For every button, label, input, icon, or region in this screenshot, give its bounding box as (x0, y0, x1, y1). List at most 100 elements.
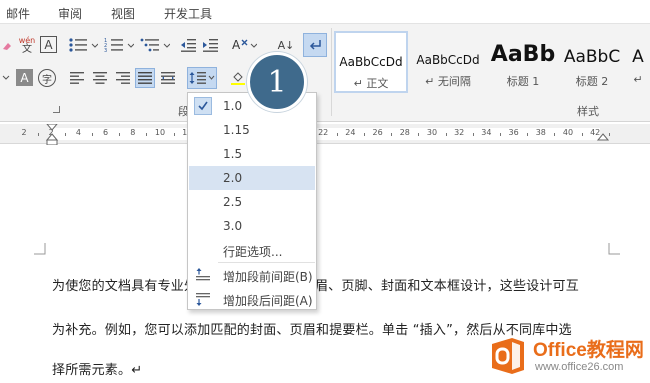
ruler-tick (500, 133, 501, 136)
ruler-tick (391, 133, 393, 136)
style-no-spacing[interactable]: AaBbCcDd ↵ 无间隔 (412, 31, 484, 93)
ruler-tick (418, 133, 420, 136)
ruler-number: 2 (21, 128, 27, 137)
character-shading-icon[interactable]: A (16, 69, 33, 86)
character-border-icon[interactable]: A (40, 36, 57, 53)
shading-bucket-icon[interactable] (229, 68, 247, 88)
ribbon: wén 文 A 123 A A↓ A 字 段 AaBbCcDd ↵ 正文 AaB… (0, 24, 650, 122)
crop-mark-icon (34, 243, 46, 255)
right-indent-marker-icon[interactable] (597, 133, 609, 143)
style-normal[interactable]: AaBbCcDd ↵ 正文 (334, 31, 408, 93)
enclose-characters-icon[interactable]: 字 (38, 69, 56, 87)
add-space-after-label: 增加段后间距(A) (223, 294, 313, 308)
ruler-number: 6 (103, 128, 109, 137)
spacing-option-2-5[interactable]: 2.5 (189, 190, 315, 214)
line-spacing-button[interactable] (187, 67, 217, 89)
spacing-option-1-5[interactable]: 1.5 (189, 142, 315, 166)
spacing-option-1-15[interactable]: 1.15 (189, 118, 315, 142)
ruler-number: 24 (345, 128, 356, 137)
menu-developer[interactable]: 开发工具 (164, 5, 212, 22)
line-spacing-options-label: 行距选项... (223, 245, 283, 259)
ruler-number: 36 (508, 128, 519, 137)
line-spacing-menu: 1.0 1.15 1.5 2.0 2.5 3.0 行距选项... 增加段前间距(… (187, 92, 317, 310)
style-name: ↵ 正文 (353, 77, 389, 90)
add-space-after-item[interactable]: 增加段后间距(A) (189, 287, 315, 311)
ruler-number: 22 (318, 128, 329, 137)
eraser-icon[interactable] (0, 36, 14, 56)
style-next[interactable]: A ↵ (628, 31, 648, 93)
svg-text:3: 3 (104, 48, 107, 53)
ruler-number: 10 (154, 128, 166, 137)
ruler-number: 4 (75, 128, 81, 137)
ruler-tick (581, 133, 583, 136)
spacing-option-label: 1.5 (223, 147, 243, 161)
ruler-tick (173, 133, 175, 136)
spacing-option-2-0[interactable]: 2.0 (189, 166, 315, 190)
style-preview: AaBbCcDd (339, 55, 403, 69)
style-preview: A (632, 47, 644, 67)
decrease-indent-icon[interactable] (178, 34, 198, 56)
increase-indent-icon[interactable] (200, 34, 220, 56)
ruler-tick (527, 133, 529, 136)
svg-text:A: A (232, 38, 241, 52)
ruler-number: 30 (426, 128, 438, 137)
ruler-number: 26 (372, 128, 383, 137)
chevron-down-icon[interactable] (0, 69, 12, 87)
style-heading-2[interactable]: AaBbC 标题 2 (560, 31, 624, 93)
space-before-icon (196, 268, 210, 281)
ruler-number: 38 (535, 128, 546, 137)
ruler-tick (146, 133, 148, 136)
align-center-icon[interactable] (91, 69, 109, 87)
watermark-url: www.office26.com (535, 361, 624, 373)
style-name: ↵ 无间隔 (425, 75, 471, 88)
align-left-icon[interactable] (68, 69, 86, 87)
styles-group-label: 样式 (577, 105, 599, 118)
ruler-tick (554, 133, 556, 136)
spacing-option-label: 1.0 (223, 99, 243, 113)
bullets-button[interactable] (66, 34, 100, 56)
ruler-tick (336, 133, 338, 136)
spacing-option-label: 1.15 (223, 123, 250, 137)
ruler-tick (119, 133, 121, 136)
font-dialog-launcher-icon[interactable] (53, 106, 60, 113)
space-after-icon (196, 293, 210, 306)
ruler-number: 40 (562, 128, 574, 137)
add-space-before-label: 增加段前间距(B) (223, 270, 313, 284)
show-paragraph-marks-button[interactable] (303, 33, 327, 57)
ruler-tick (92, 133, 93, 136)
style-preview: AaBbCcDd (416, 53, 480, 67)
phonetic-guide-icon[interactable]: wén 文 (16, 33, 38, 57)
ruler-tick (445, 133, 447, 136)
add-space-before-item[interactable]: 增加段前间距(B) (189, 263, 315, 287)
checkmark-icon (198, 101, 208, 111)
distributed-icon[interactable] (159, 69, 177, 87)
style-name: ↵ (633, 73, 643, 86)
ruler-number: 32 (454, 128, 465, 137)
step-number-badge: 1 (247, 52, 307, 112)
style-heading-1[interactable]: AaBb 标题 1 (488, 31, 558, 93)
style-name: 标题 1 (506, 75, 540, 88)
menu-bar: 邮件 审阅 视图 开发工具 (0, 0, 650, 24)
horizontal-ruler[interactable]: 224681012141618202224262830323436384042 (0, 124, 650, 146)
numbering-button[interactable]: 123 (102, 34, 136, 56)
chinese-layout-button[interactable]: A (230, 34, 258, 56)
spacing-option-3-0[interactable]: 3.0 (189, 214, 315, 238)
menu-review[interactable]: 审阅 (58, 5, 82, 22)
styles-gallery: AaBbCcDd ↵ 正文 AaBbCcDd ↵ 无间隔 AaBb 标题 1 A… (334, 31, 650, 97)
menu-view[interactable]: 视图 (111, 5, 135, 22)
spacing-option-label: 3.0 (223, 219, 243, 233)
menu-mailings[interactable]: 邮件 (6, 5, 30, 22)
ruler-tick (64, 133, 66, 136)
align-right-icon[interactable] (114, 69, 132, 87)
multilevel-list-button[interactable] (138, 34, 172, 56)
justify-icon[interactable] (135, 68, 155, 88)
watermark: Office教程网 www.office26.com (488, 334, 650, 382)
phonetic-char: 文 (22, 44, 32, 55)
watermark-brand: Office教程网 (533, 340, 644, 361)
body-line: 择所需元素。↵ (52, 363, 143, 378)
line-spacing-options-item[interactable]: 行距选项... (189, 238, 315, 262)
office-logo-icon (492, 338, 524, 374)
crop-mark-icon (608, 243, 620, 255)
style-name: 标题 2 (575, 75, 609, 88)
group-divider (331, 28, 332, 116)
